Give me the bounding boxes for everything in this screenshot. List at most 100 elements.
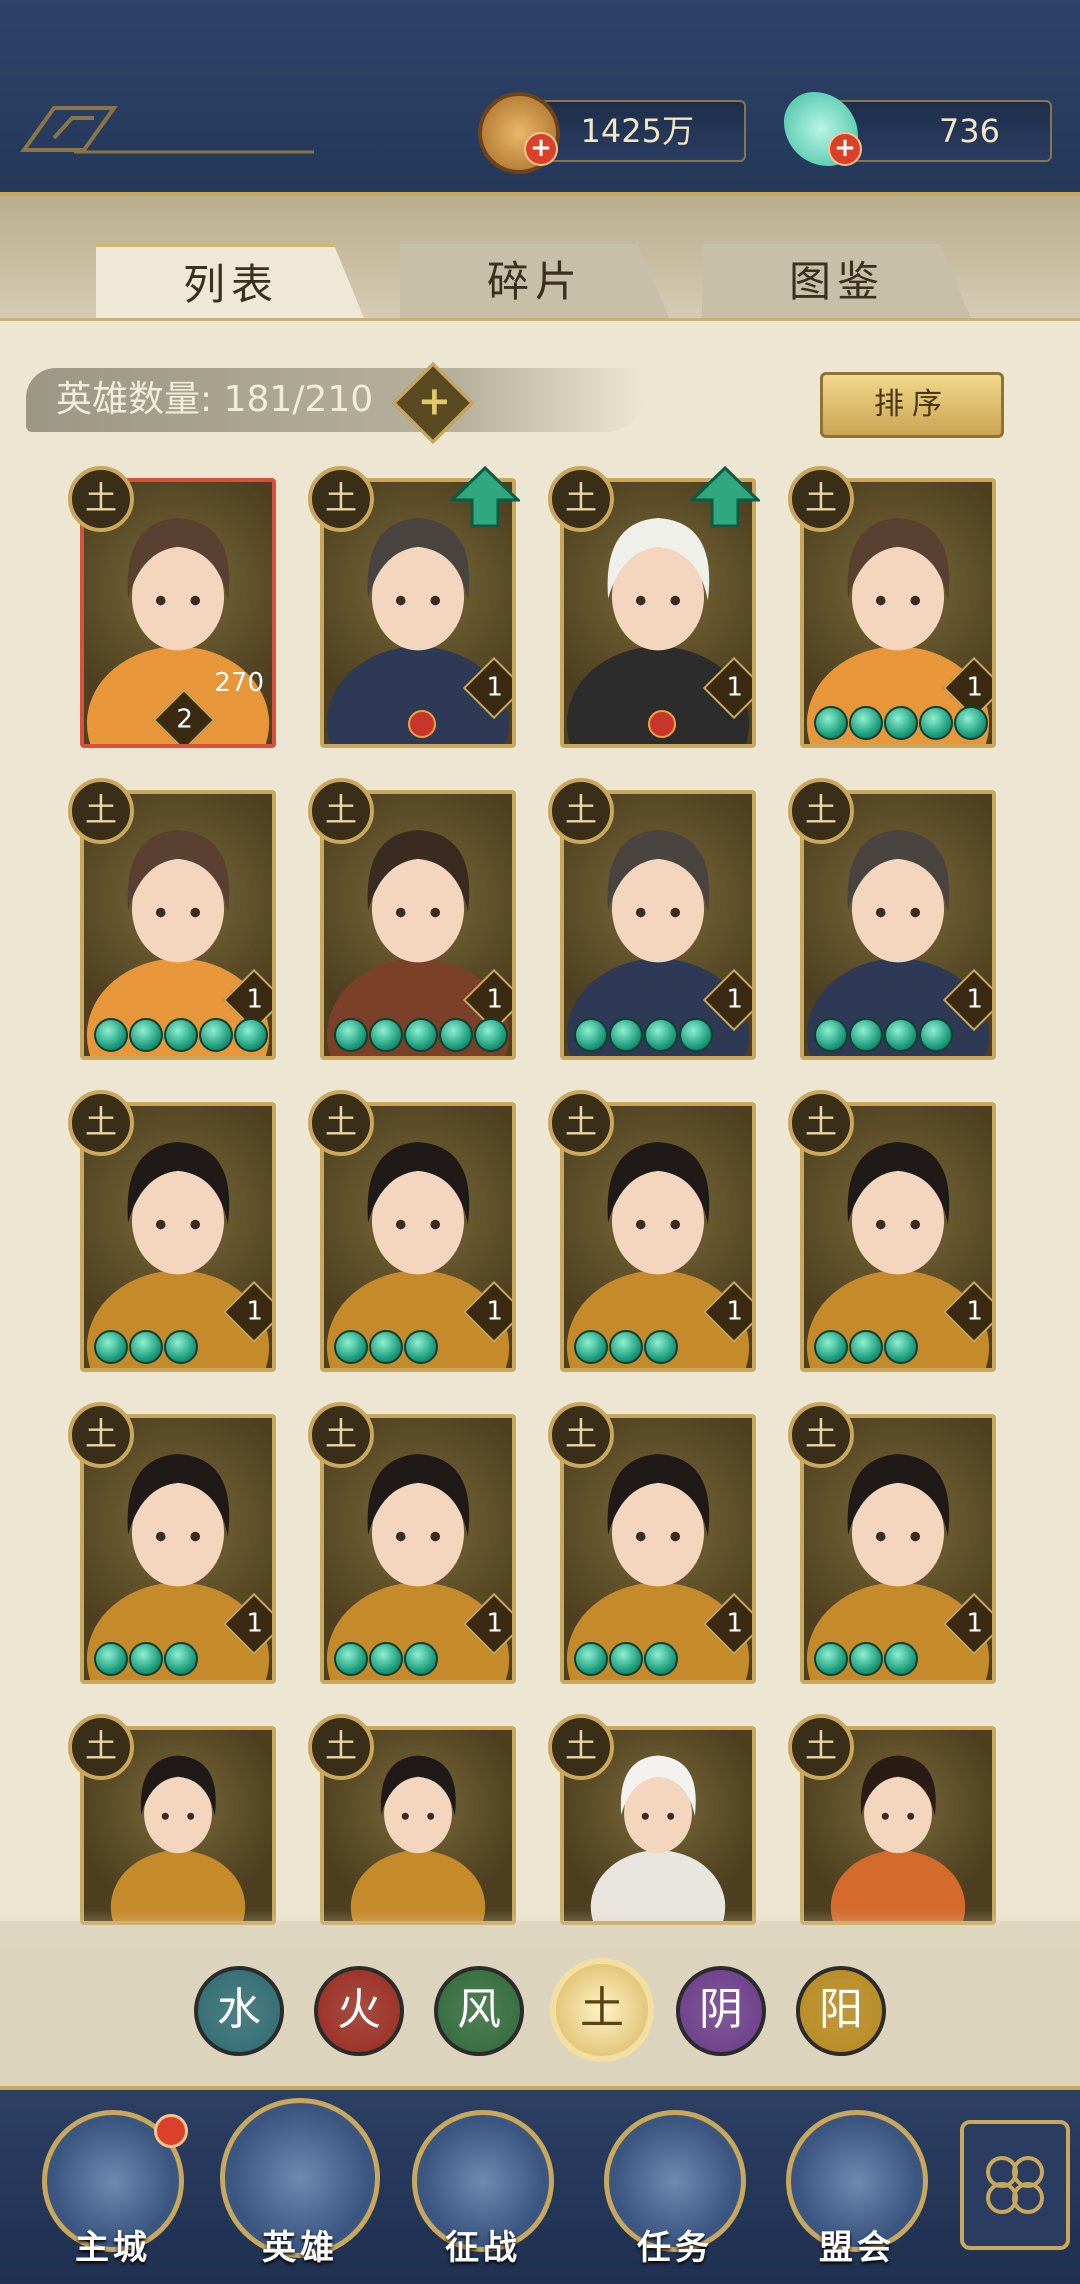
jade-gem-icon bbox=[814, 1642, 848, 1676]
element-filter-2[interactable]: 风 bbox=[434, 1966, 524, 2056]
hero-level: 270 bbox=[214, 668, 264, 698]
awaken-gems bbox=[574, 1642, 678, 1678]
earth-element-icon: 土 bbox=[68, 1090, 134, 1156]
star-rank-value: 1 bbox=[486, 1608, 503, 1639]
jade-gem-icon bbox=[814, 1018, 848, 1052]
jade-gem-icon bbox=[644, 1018, 678, 1052]
jade-gem-icon bbox=[919, 1018, 953, 1052]
element-filter-3[interactable]: 土 bbox=[550, 1958, 654, 2062]
jade-gem-icon bbox=[369, 1018, 403, 1052]
jade-gem-icon bbox=[849, 1018, 883, 1052]
jade-gem-icon bbox=[334, 1642, 368, 1676]
jade-gem-icon bbox=[164, 1330, 198, 1364]
star-rank-value: 1 bbox=[966, 672, 983, 703]
element-filter-5[interactable]: 阳 bbox=[796, 1966, 886, 2056]
awaken-gems bbox=[814, 706, 988, 742]
jade-gem-icon bbox=[94, 1642, 128, 1676]
element-filter-1[interactable]: 火 bbox=[314, 1966, 404, 2056]
clover-pattern-icon bbox=[986, 2156, 1044, 2214]
jade-gem-icon bbox=[404, 1642, 438, 1676]
jade-gem-icon bbox=[609, 1018, 643, 1052]
earth-element-icon: 土 bbox=[68, 1402, 134, 1468]
nav-label-4: 盟会 bbox=[819, 2228, 895, 2268]
element-filter-0[interactable]: 水 bbox=[194, 1966, 284, 2056]
star-rank-value: 1 bbox=[726, 1296, 743, 1327]
star-rank-value: 1 bbox=[966, 1296, 983, 1327]
jade-gem-icon bbox=[884, 706, 918, 740]
element-filter-4[interactable]: 阴 bbox=[676, 1966, 766, 2056]
awaken-gems bbox=[334, 1018, 508, 1054]
jade-gem-icon bbox=[814, 706, 848, 740]
jade-gem-icon bbox=[849, 706, 883, 740]
earth-element-icon: 土 bbox=[788, 1090, 854, 1156]
more-menu-button[interactable] bbox=[960, 2120, 1070, 2250]
awaken-gems bbox=[94, 1018, 268, 1054]
nav-label-1: 英雄 bbox=[262, 2228, 338, 2268]
earth-element-icon: 土 bbox=[68, 466, 134, 532]
jade-gem-icon bbox=[369, 1642, 403, 1676]
jade-gem-icon bbox=[404, 1330, 438, 1364]
star-rank-value: 1 bbox=[486, 984, 503, 1015]
add-jade-button[interactable]: + bbox=[828, 132, 862, 166]
earth-element-icon: 土 bbox=[548, 1402, 614, 1468]
nav-label-0: 主城 bbox=[75, 2228, 151, 2268]
jade-gem-icon bbox=[129, 1642, 163, 1676]
earth-element-icon: 土 bbox=[788, 1714, 854, 1780]
jade-value: 736 bbox=[938, 112, 1000, 150]
jade-gem-icon bbox=[954, 706, 988, 740]
add-coins-button[interactable]: + bbox=[524, 132, 558, 166]
jade-gem-icon bbox=[919, 706, 953, 740]
jade-gem-icon bbox=[609, 1642, 643, 1676]
star-rank-value: 1 bbox=[486, 1296, 503, 1327]
jade-gem-icon bbox=[644, 1330, 678, 1364]
star-rank-value: 1 bbox=[726, 672, 743, 703]
upgrade-arrow-icon bbox=[690, 466, 760, 528]
jade-gem-icon bbox=[849, 1330, 883, 1364]
jade-gem-icon bbox=[574, 1330, 608, 1364]
earth-element-icon: 土 bbox=[68, 778, 134, 844]
awaken-gems bbox=[574, 1018, 713, 1054]
earth-element-icon: 土 bbox=[788, 1402, 854, 1468]
jade-gem-icon bbox=[404, 1018, 438, 1052]
filter-bar-background bbox=[0, 1910, 1080, 2090]
awaken-gems bbox=[814, 1330, 918, 1366]
star-rank-value: 1 bbox=[726, 984, 743, 1015]
jade-gem-icon bbox=[199, 1018, 233, 1052]
tab-list[interactable]: 列表 bbox=[96, 244, 366, 323]
jade-gem-icon bbox=[884, 1018, 918, 1052]
earth-element-icon: 土 bbox=[548, 1714, 614, 1780]
star-rank-value: 1 bbox=[246, 1608, 263, 1639]
tab-fragments[interactable]: 碎片 bbox=[400, 244, 670, 320]
awaken-gems bbox=[814, 1642, 918, 1678]
notification-dot bbox=[154, 2114, 188, 2148]
earth-element-icon: 土 bbox=[788, 466, 854, 532]
tab-codex[interactable]: 图鉴 bbox=[702, 244, 972, 320]
earth-element-icon: 土 bbox=[788, 778, 854, 844]
earth-element-icon: 土 bbox=[308, 1714, 374, 1780]
awaken-gems bbox=[334, 1642, 438, 1678]
jade-gem-icon bbox=[164, 1642, 198, 1676]
awaken-gems bbox=[334, 1330, 438, 1366]
star-rank-value: 1 bbox=[966, 984, 983, 1015]
star-rank-value: 1 bbox=[246, 984, 263, 1015]
nav-label-2: 征战 bbox=[445, 2228, 521, 2268]
hero-count-label: 英雄数量: 181/210 bbox=[56, 379, 374, 420]
earth-element-icon: 土 bbox=[548, 1090, 614, 1156]
jade-gem-icon bbox=[884, 1642, 918, 1676]
earth-element-icon: 土 bbox=[548, 778, 614, 844]
nav-label-3: 任务 bbox=[637, 2228, 713, 2268]
jade-gem-icon bbox=[849, 1642, 883, 1676]
jade-gem-icon bbox=[609, 1330, 643, 1364]
jade-gem-icon bbox=[94, 1330, 128, 1364]
jade-gem-icon bbox=[164, 1018, 198, 1052]
awaken-gems bbox=[94, 1330, 198, 1366]
star-rank-value: 2 bbox=[176, 704, 193, 735]
awaken-gems bbox=[574, 1330, 678, 1366]
earth-element-icon: 土 bbox=[308, 778, 374, 844]
jade-gem-icon bbox=[679, 1018, 713, 1052]
jade-gem-icon bbox=[574, 1642, 608, 1676]
sort-button[interactable]: 排序 bbox=[820, 372, 1004, 438]
red-token-icon bbox=[648, 710, 676, 738]
jade-gem-icon bbox=[884, 1330, 918, 1364]
star-rank-value: 1 bbox=[966, 1608, 983, 1639]
